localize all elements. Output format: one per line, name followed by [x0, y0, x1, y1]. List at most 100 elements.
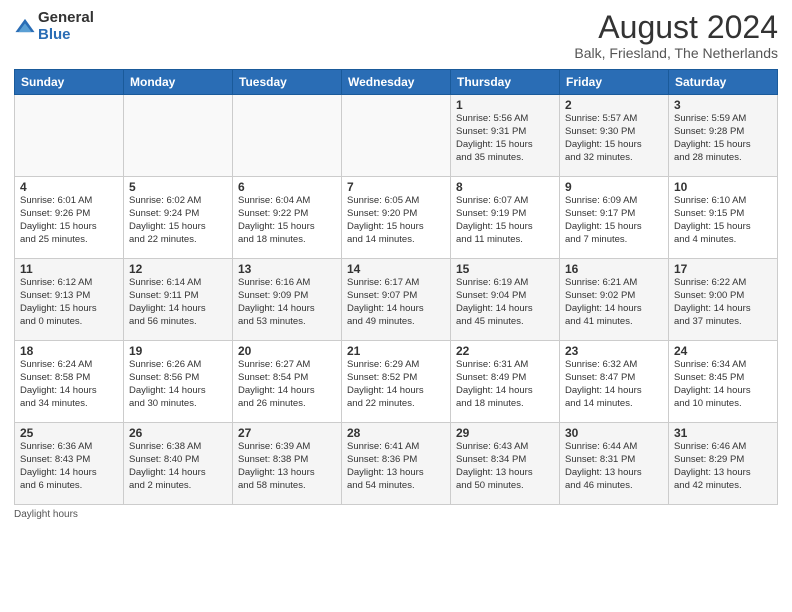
table-row: 18Sunrise: 6:24 AM Sunset: 8:58 PM Dayli… — [15, 341, 124, 423]
table-row — [15, 95, 124, 177]
daylight-label: Daylight hours — [14, 509, 78, 520]
day-number: 11 — [20, 262, 118, 276]
day-number: 7 — [347, 180, 445, 194]
table-row: 14Sunrise: 6:17 AM Sunset: 9:07 PM Dayli… — [342, 259, 451, 341]
table-row: 4Sunrise: 6:01 AM Sunset: 9:26 PM Daylig… — [15, 177, 124, 259]
week-row-2: 4Sunrise: 6:01 AM Sunset: 9:26 PM Daylig… — [15, 177, 778, 259]
day-detail: Sunrise: 6:05 AM Sunset: 9:20 PM Dayligh… — [347, 195, 445, 246]
day-number: 26 — [129, 426, 227, 440]
day-number: 17 — [674, 262, 772, 276]
col-wednesday: Wednesday — [342, 70, 451, 95]
col-tuesday: Tuesday — [233, 70, 342, 95]
table-row: 21Sunrise: 6:29 AM Sunset: 8:52 PM Dayli… — [342, 341, 451, 423]
calendar-header-row: Sunday Monday Tuesday Wednesday Thursday… — [15, 70, 778, 95]
table-row: 19Sunrise: 6:26 AM Sunset: 8:56 PM Dayli… — [124, 341, 233, 423]
day-detail: Sunrise: 5:59 AM Sunset: 9:28 PM Dayligh… — [674, 113, 772, 164]
day-detail: Sunrise: 6:44 AM Sunset: 8:31 PM Dayligh… — [565, 441, 663, 492]
table-row: 5Sunrise: 6:02 AM Sunset: 9:24 PM Daylig… — [124, 177, 233, 259]
day-number: 16 — [565, 262, 663, 276]
day-number: 12 — [129, 262, 227, 276]
day-detail: Sunrise: 6:43 AM Sunset: 8:34 PM Dayligh… — [456, 441, 554, 492]
table-row: 20Sunrise: 6:27 AM Sunset: 8:54 PM Dayli… — [233, 341, 342, 423]
table-row: 29Sunrise: 6:43 AM Sunset: 8:34 PM Dayli… — [451, 423, 560, 505]
day-detail: Sunrise: 6:12 AM Sunset: 9:13 PM Dayligh… — [20, 277, 118, 328]
title-block: August 2024 Balk, Friesland, The Netherl… — [574, 10, 778, 61]
table-row: 13Sunrise: 6:16 AM Sunset: 9:09 PM Dayli… — [233, 259, 342, 341]
table-row: 25Sunrise: 6:36 AM Sunset: 8:43 PM Dayli… — [15, 423, 124, 505]
day-detail: Sunrise: 6:09 AM Sunset: 9:17 PM Dayligh… — [565, 195, 663, 246]
day-detail: Sunrise: 6:36 AM Sunset: 8:43 PM Dayligh… — [20, 441, 118, 492]
day-number: 14 — [347, 262, 445, 276]
month-title: August 2024 — [574, 10, 778, 45]
day-detail: Sunrise: 6:07 AM Sunset: 9:19 PM Dayligh… — [456, 195, 554, 246]
day-detail: Sunrise: 6:10 AM Sunset: 9:15 PM Dayligh… — [674, 195, 772, 246]
calendar-table: Sunday Monday Tuesday Wednesday Thursday… — [14, 69, 778, 505]
table-row: 6Sunrise: 6:04 AM Sunset: 9:22 PM Daylig… — [233, 177, 342, 259]
logo-text: General Blue — [38, 10, 94, 43]
day-number: 6 — [238, 180, 336, 194]
page: General Blue August 2024 Balk, Friesland… — [0, 0, 792, 612]
table-row: 3Sunrise: 5:59 AM Sunset: 9:28 PM Daylig… — [669, 95, 778, 177]
table-row: 7Sunrise: 6:05 AM Sunset: 9:20 PM Daylig… — [342, 177, 451, 259]
week-row-4: 18Sunrise: 6:24 AM Sunset: 8:58 PM Dayli… — [15, 341, 778, 423]
table-row — [124, 95, 233, 177]
day-number: 31 — [674, 426, 772, 440]
table-row: 10Sunrise: 6:10 AM Sunset: 9:15 PM Dayli… — [669, 177, 778, 259]
logo-general: General — [38, 9, 94, 26]
day-detail: Sunrise: 6:29 AM Sunset: 8:52 PM Dayligh… — [347, 359, 445, 410]
table-row: 31Sunrise: 6:46 AM Sunset: 8:29 PM Dayli… — [669, 423, 778, 505]
table-row: 9Sunrise: 6:09 AM Sunset: 9:17 PM Daylig… — [560, 177, 669, 259]
day-number: 21 — [347, 344, 445, 358]
col-friday: Friday — [560, 70, 669, 95]
day-number: 13 — [238, 262, 336, 276]
day-number: 2 — [565, 98, 663, 112]
day-detail: Sunrise: 6:39 AM Sunset: 8:38 PM Dayligh… — [238, 441, 336, 492]
day-detail: Sunrise: 6:26 AM Sunset: 8:56 PM Dayligh… — [129, 359, 227, 410]
day-detail: Sunrise: 5:56 AM Sunset: 9:31 PM Dayligh… — [456, 113, 554, 164]
logo-icon — [14, 16, 36, 38]
day-detail: Sunrise: 6:34 AM Sunset: 8:45 PM Dayligh… — [674, 359, 772, 410]
table-row: 16Sunrise: 6:21 AM Sunset: 9:02 PM Dayli… — [560, 259, 669, 341]
table-row: 17Sunrise: 6:22 AM Sunset: 9:00 PM Dayli… — [669, 259, 778, 341]
table-row: 12Sunrise: 6:14 AM Sunset: 9:11 PM Dayli… — [124, 259, 233, 341]
day-detail: Sunrise: 6:04 AM Sunset: 9:22 PM Dayligh… — [238, 195, 336, 246]
table-row: 8Sunrise: 6:07 AM Sunset: 9:19 PM Daylig… — [451, 177, 560, 259]
day-detail: Sunrise: 6:21 AM Sunset: 9:02 PM Dayligh… — [565, 277, 663, 328]
table-row: 26Sunrise: 6:38 AM Sunset: 8:40 PM Dayli… — [124, 423, 233, 505]
table-row: 15Sunrise: 6:19 AM Sunset: 9:04 PM Dayli… — [451, 259, 560, 341]
location: Balk, Friesland, The Netherlands — [574, 45, 778, 61]
day-number: 18 — [20, 344, 118, 358]
logo-blue: Blue — [38, 26, 71, 43]
day-detail: Sunrise: 6:22 AM Sunset: 9:00 PM Dayligh… — [674, 277, 772, 328]
table-row: 22Sunrise: 6:31 AM Sunset: 8:49 PM Dayli… — [451, 341, 560, 423]
table-row — [233, 95, 342, 177]
day-number: 9 — [565, 180, 663, 194]
week-row-3: 11Sunrise: 6:12 AM Sunset: 9:13 PM Dayli… — [15, 259, 778, 341]
day-detail: Sunrise: 6:31 AM Sunset: 8:49 PM Dayligh… — [456, 359, 554, 410]
day-number: 19 — [129, 344, 227, 358]
day-detail: Sunrise: 6:19 AM Sunset: 9:04 PM Dayligh… — [456, 277, 554, 328]
table-row — [342, 95, 451, 177]
table-row: 23Sunrise: 6:32 AM Sunset: 8:47 PM Dayli… — [560, 341, 669, 423]
week-row-1: 1Sunrise: 5:56 AM Sunset: 9:31 PM Daylig… — [15, 95, 778, 177]
table-row: 30Sunrise: 6:44 AM Sunset: 8:31 PM Dayli… — [560, 423, 669, 505]
col-sunday: Sunday — [15, 70, 124, 95]
day-number: 5 — [129, 180, 227, 194]
day-detail: Sunrise: 5:57 AM Sunset: 9:30 PM Dayligh… — [565, 113, 663, 164]
table-row: 24Sunrise: 6:34 AM Sunset: 8:45 PM Dayli… — [669, 341, 778, 423]
day-detail: Sunrise: 6:27 AM Sunset: 8:54 PM Dayligh… — [238, 359, 336, 410]
day-number: 29 — [456, 426, 554, 440]
day-detail: Sunrise: 6:32 AM Sunset: 8:47 PM Dayligh… — [565, 359, 663, 410]
header: General Blue August 2024 Balk, Friesland… — [14, 10, 778, 61]
day-detail: Sunrise: 6:38 AM Sunset: 8:40 PM Dayligh… — [129, 441, 227, 492]
day-number: 30 — [565, 426, 663, 440]
table-row: 1Sunrise: 5:56 AM Sunset: 9:31 PM Daylig… — [451, 95, 560, 177]
day-detail: Sunrise: 6:17 AM Sunset: 9:07 PM Dayligh… — [347, 277, 445, 328]
footer-note: Daylight hours — [14, 509, 778, 520]
day-number: 27 — [238, 426, 336, 440]
day-number: 24 — [674, 344, 772, 358]
day-number: 22 — [456, 344, 554, 358]
table-row: 11Sunrise: 6:12 AM Sunset: 9:13 PM Dayli… — [15, 259, 124, 341]
col-monday: Monday — [124, 70, 233, 95]
table-row: 28Sunrise: 6:41 AM Sunset: 8:36 PM Dayli… — [342, 423, 451, 505]
